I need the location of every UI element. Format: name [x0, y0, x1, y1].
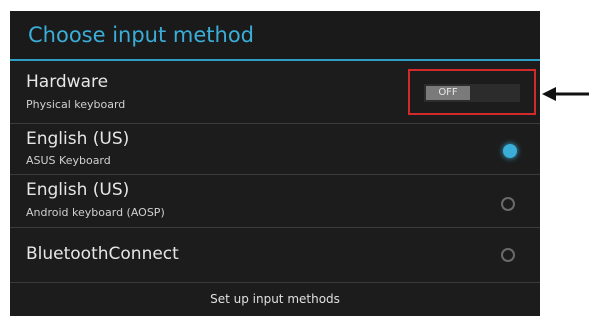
dialog-title: Choose input method — [28, 23, 254, 47]
list-item-bluetoothconnect[interactable]: BluetoothConnect — [10, 228, 540, 283]
list-item-subtitle: ASUS Keyboard — [26, 154, 111, 167]
dialog-title-bar: Choose input method — [10, 11, 540, 61]
input-method-dialog: Choose input method Hardware Physical ke… — [10, 11, 540, 316]
list-item-english-asus[interactable]: English (US) ASUS Keyboard — [10, 124, 540, 175]
list-item-title: English (US) — [26, 129, 130, 149]
radio-button[interactable] — [501, 197, 515, 211]
list-item-title: Hardware — [26, 72, 109, 92]
list-item-subtitle: Android keyboard (AOSP) — [26, 206, 165, 219]
list-item-title: BluetoothConnect — [26, 244, 179, 264]
highlight-box: OFF — [408, 69, 536, 115]
setup-input-methods-button[interactable]: Set up input methods — [10, 283, 540, 316]
arrow-left-icon — [542, 87, 589, 101]
radio-button[interactable] — [501, 248, 515, 262]
toggle-off-label: OFF — [426, 86, 470, 100]
radio-button-selected[interactable] — [503, 144, 517, 158]
list-item-title: English (US) — [26, 180, 130, 200]
list-item-subtitle: Physical keyboard — [26, 98, 126, 111]
hardware-keyboard-toggle[interactable]: OFF — [424, 84, 520, 102]
list-item-english-aosp[interactable]: English (US) Android keyboard (AOSP) — [10, 175, 540, 228]
